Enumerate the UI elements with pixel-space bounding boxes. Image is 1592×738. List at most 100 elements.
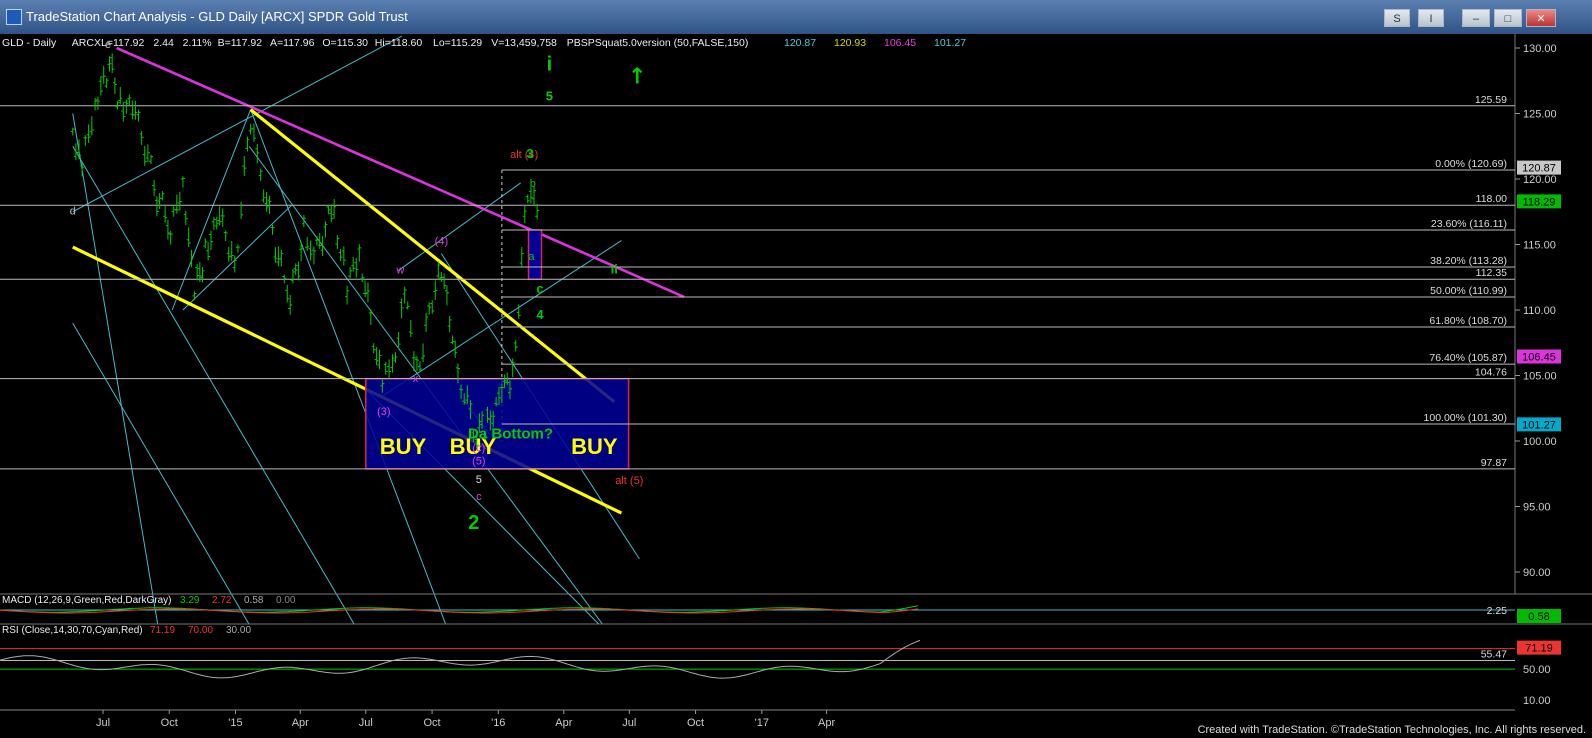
rsi-value: 71.19 xyxy=(150,625,175,636)
macd-right-label: 2.25 xyxy=(1487,605,1508,617)
wave-label: (4) xyxy=(435,236,448,248)
x-tick-label: Jul xyxy=(622,717,636,729)
level-label: 23.60% (116.11) xyxy=(1431,218,1507,230)
level-label: 118.00 xyxy=(1476,193,1507,205)
wave-label: c xyxy=(536,281,543,296)
rsi-value: 30.00 xyxy=(226,625,251,636)
x-tick-label: Jul xyxy=(96,717,110,729)
x-tick-label: Apr xyxy=(818,717,835,729)
window-title: TradeStation Chart Analysis - GLD Daily … xyxy=(26,9,408,24)
x-tick-label: '16 xyxy=(491,717,505,729)
y-tick-label: 105.00 xyxy=(1523,371,1557,383)
wave-label: (3) xyxy=(377,406,390,418)
minimize-button[interactable]: – xyxy=(1462,9,1490,27)
rsi-level-label: 55.47 xyxy=(1481,649,1507,661)
x-tick-label: Oct xyxy=(687,717,704,729)
y-tick-label: 95.00 xyxy=(1523,502,1551,514)
up-arrow-icon: ↑ xyxy=(628,64,646,89)
indicator-link-button[interactable]: I xyxy=(1418,9,1444,27)
x-tick-label: '17 xyxy=(755,717,769,729)
rsi-tick-label: 10.00 xyxy=(1523,695,1551,707)
price-badge-label: 118.29 xyxy=(1523,196,1556,208)
wave-label: i xyxy=(547,53,553,75)
level-label: 97.87 xyxy=(1481,457,1507,469)
level-label: 76.40% (105.87) xyxy=(1429,352,1507,364)
chart-area[interactable]: BUY BUY BUY125.590.00% (120.69)118.0023.60… xyxy=(0,34,1592,738)
price-badge-label: 106.45 xyxy=(1522,352,1556,364)
level-label: 125.59 xyxy=(1475,94,1507,106)
x-tick-label: Jul xyxy=(359,717,373,729)
header-field: V=13,459,758 xyxy=(491,37,557,49)
rsi-badge-label: 71.19 xyxy=(1525,643,1553,655)
wave-label: alt (4) xyxy=(510,149,538,161)
wave-label: 5 xyxy=(546,88,553,103)
buy-zone-label: BUY xyxy=(380,434,427,459)
wave-label: a xyxy=(528,251,535,263)
wave-label: x xyxy=(413,373,419,385)
x-tick-label: Apr xyxy=(555,717,572,729)
level-label: 100.00% (101.30) xyxy=(1424,412,1507,424)
y-tick-label: 90.00 xyxy=(1523,567,1551,579)
study-value: 120.87 xyxy=(784,37,816,49)
header-field: 2.44 xyxy=(153,37,174,49)
macd-label: MACD (12,26,9,Green,Red,DarkGray) xyxy=(2,595,172,606)
symbol-link-button[interactable]: S xyxy=(1384,9,1410,27)
macd-value: 2.72 xyxy=(212,595,232,606)
y-tick-label: 130.00 xyxy=(1523,43,1557,55)
y-tick-label: 110.00 xyxy=(1523,305,1556,317)
x-tick-label: Oct xyxy=(423,717,440,729)
macd-value: 0.58 xyxy=(244,595,264,606)
study-value: 106.45 xyxy=(884,37,916,49)
header-field: Lo=115.29 xyxy=(433,37,482,49)
macd-badge-label: 0.58 xyxy=(1528,611,1549,623)
wave-label: 3 xyxy=(526,146,533,161)
rsi-value: 70.00 xyxy=(188,625,213,636)
price-badge-label: 120.87 xyxy=(1522,163,1556,175)
header-field: PBSPSquat5.0version (50,FALSE,150) xyxy=(567,37,749,49)
y-tick-label: 100.00 xyxy=(1523,436,1557,448)
x-tick-label: Oct xyxy=(161,717,178,729)
wave-label: (c) xyxy=(472,442,485,454)
x-tick-label: '15 xyxy=(228,717,242,729)
wave-label: b xyxy=(530,178,536,190)
wave-label: c xyxy=(476,491,482,503)
wave-label: (5) xyxy=(472,456,485,468)
header-field: 2.11% xyxy=(183,37,212,49)
wave-label: 4 xyxy=(536,307,544,322)
title-bar: TradeStation Chart Analysis - GLD Daily … xyxy=(0,0,1592,35)
header-field: GLD - Daily xyxy=(2,37,57,49)
y-tick-label: 125.00 xyxy=(1523,109,1557,121)
maximize-button[interactable]: □ xyxy=(1494,9,1522,27)
wave-label: 2 xyxy=(468,512,479,534)
header-field: Hi=118.60 xyxy=(375,37,423,49)
macd-value: 3.29 xyxy=(180,595,200,606)
header-field: O=115.30 xyxy=(322,37,368,49)
header-field: ARCX xyxy=(72,37,101,49)
rsi-label: RSI (Close,14,30,70,Cyan,Red) xyxy=(2,625,143,636)
level-label: 38.20% (113.28) xyxy=(1430,255,1507,267)
wave-label: w xyxy=(395,264,404,276)
y-tick-label: 120.00 xyxy=(1523,174,1557,186)
close-button[interactable]: ✕ xyxy=(1526,9,1556,27)
study-value: 120.93 xyxy=(834,37,866,49)
app-icon xyxy=(6,9,22,25)
level-label: 61.80% (108.70) xyxy=(1429,315,1507,327)
level-label: 50.00% (110.99) xyxy=(1430,285,1507,297)
study-value: 101.27 xyxy=(934,37,966,49)
level-label: 0.00% (120.69) xyxy=(1435,158,1507,170)
buy-zone-label: BUY xyxy=(571,434,618,459)
wave-label: 5 xyxy=(476,474,482,486)
level-label: 104.76 xyxy=(1475,367,1507,379)
wave-label: alt (5) xyxy=(615,475,643,487)
macd-value: 0.00 xyxy=(276,595,296,606)
y-tick-label: 115.00 xyxy=(1523,240,1556,252)
level-label: 112.35 xyxy=(1476,267,1507,279)
header-field: A=117.96 xyxy=(270,37,315,49)
header-field: L=117.92 xyxy=(101,37,144,49)
wave-label: d xyxy=(70,205,76,217)
price-badge-label: 101.27 xyxy=(1522,419,1556,431)
x-tick-label: Apr xyxy=(292,717,309,729)
rsi-tick-label: 50.00 xyxy=(1523,664,1551,676)
wave-label: ii xyxy=(611,261,618,276)
header-field: B=117.92 xyxy=(218,37,263,49)
